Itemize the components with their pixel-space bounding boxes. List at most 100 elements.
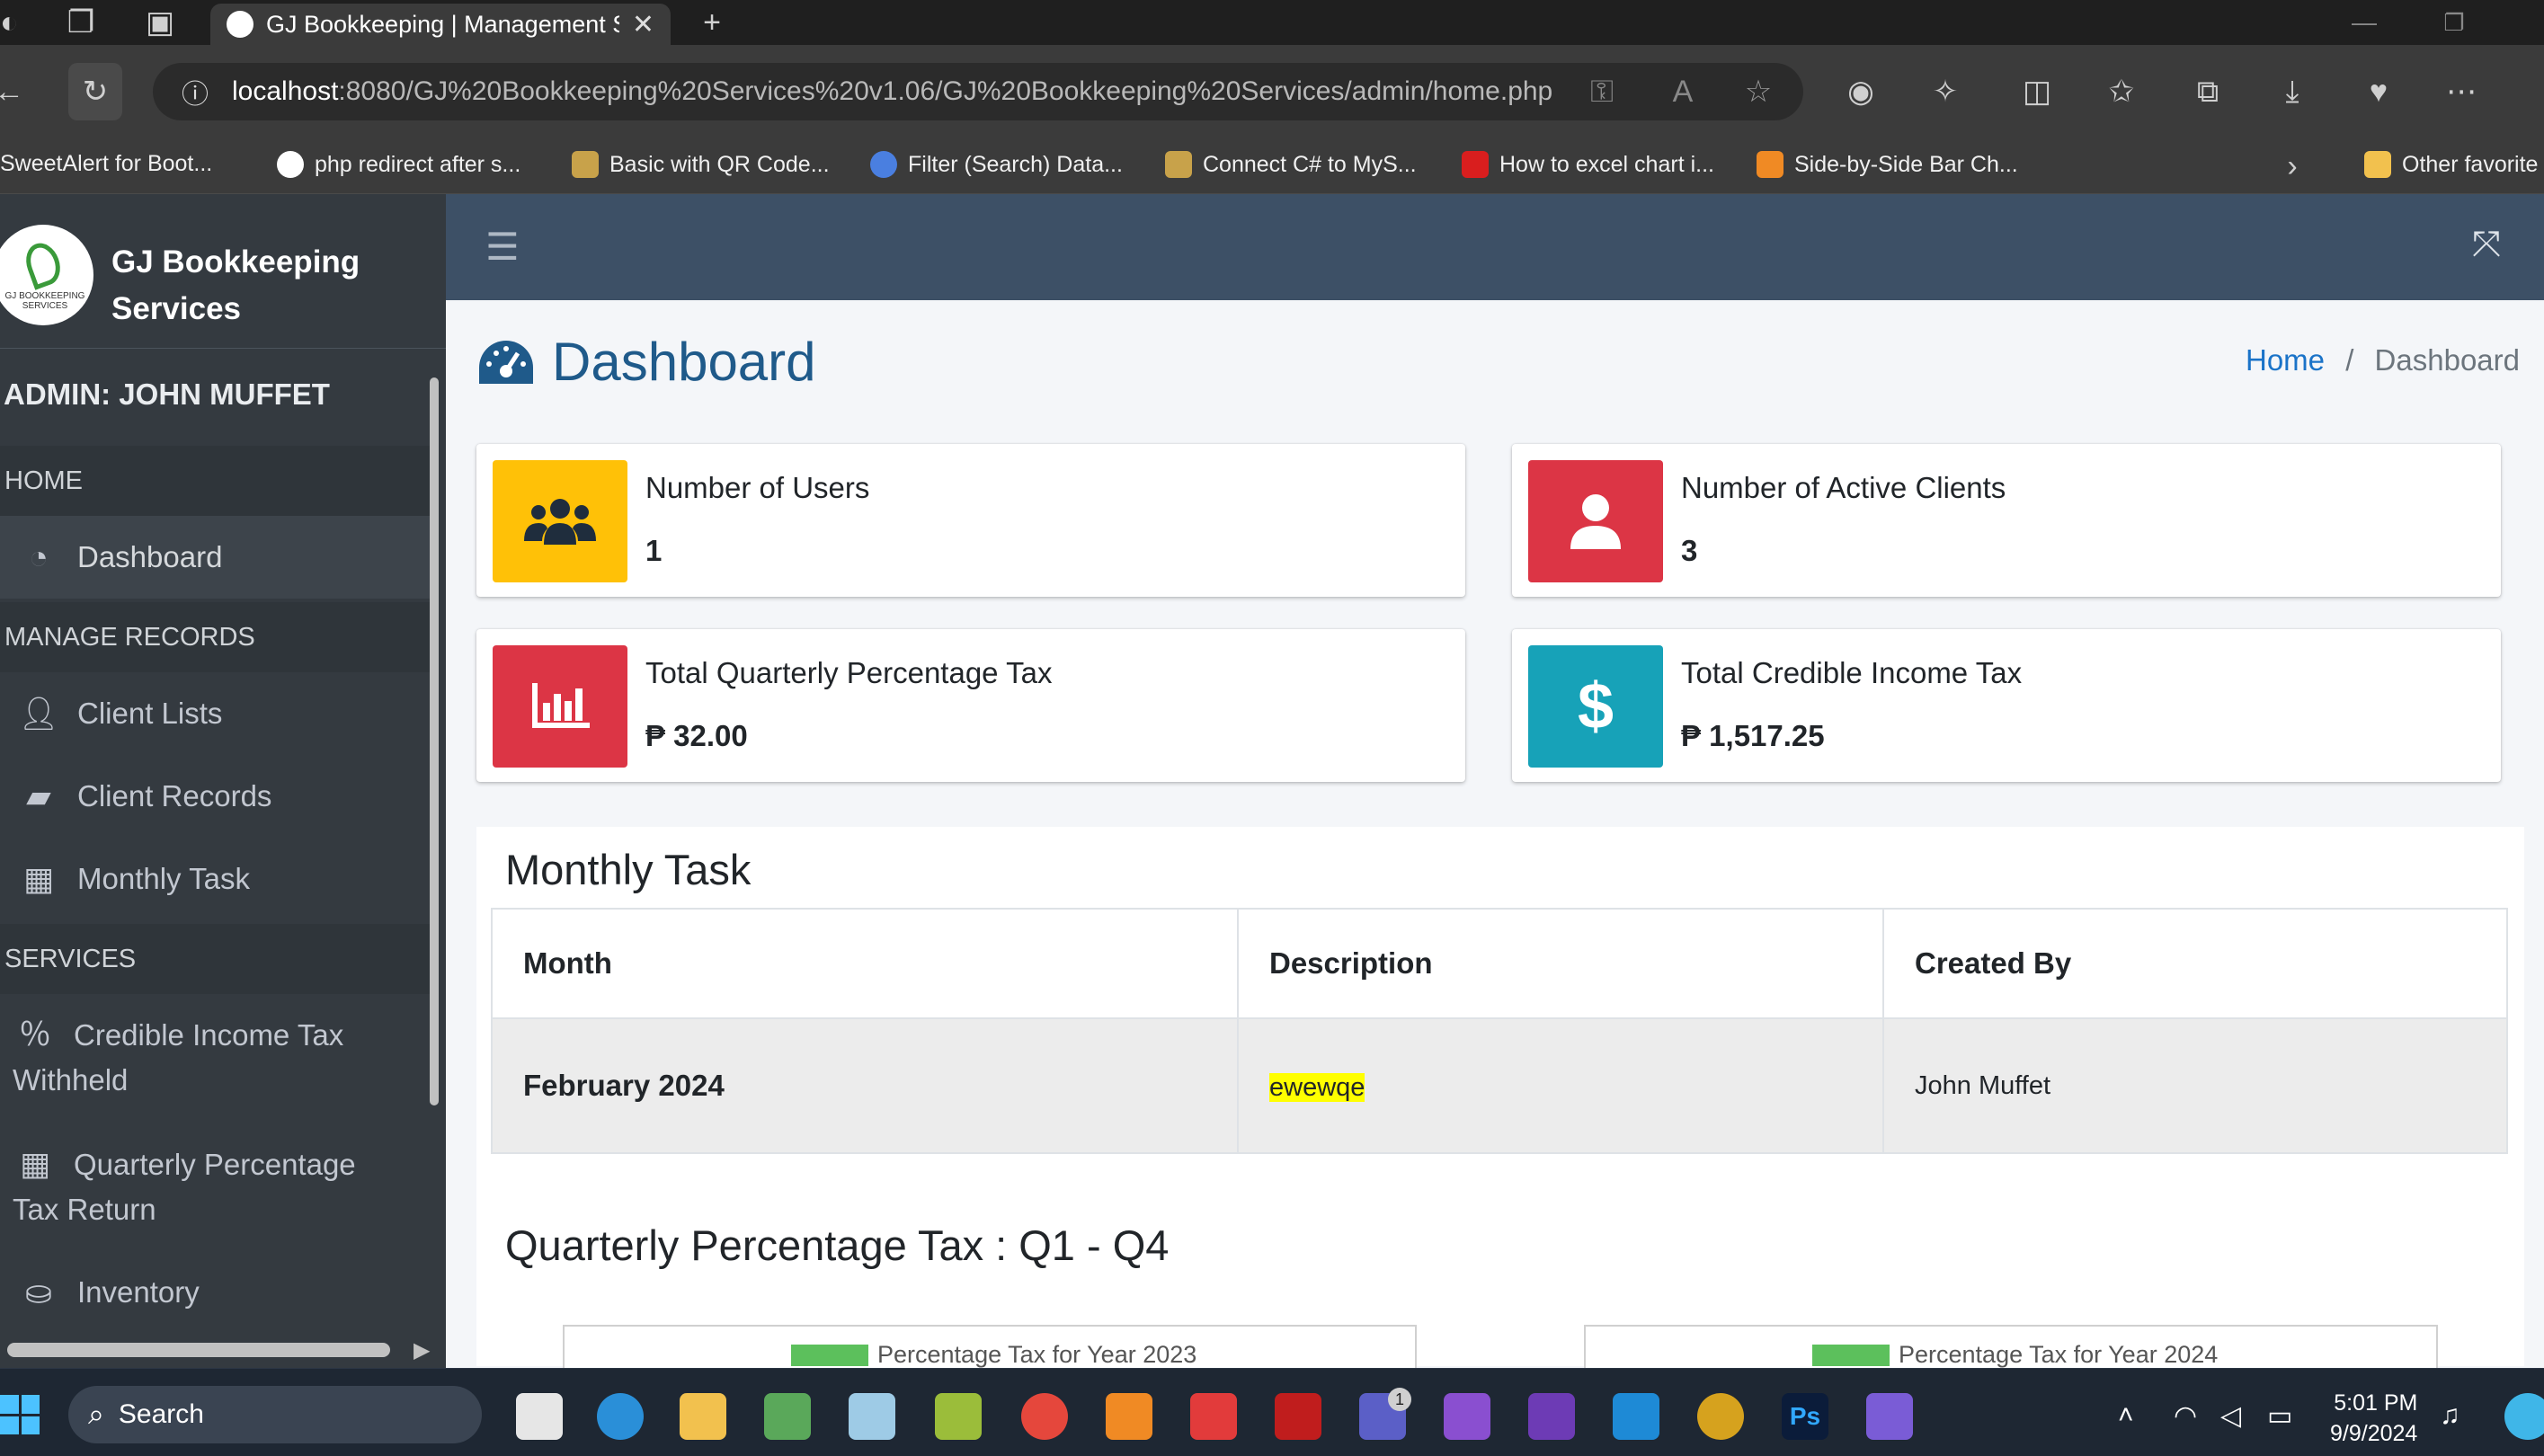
app-icon[interactable] <box>935 1393 982 1440</box>
wifi-icon[interactable]: ◠ <box>2174 1400 2197 1432</box>
minimize-icon[interactable]: — <box>2337 0 2391 45</box>
performance-icon[interactable]: ♥ <box>2352 63 2406 120</box>
monthly-task-table: Month Description Created By February 20… <box>491 908 2508 1154</box>
photoshop-icon[interactable]: Ps <box>1782 1393 1828 1440</box>
column-header-created-by[interactable]: Created By <box>1882 908 2508 1019</box>
app-icon[interactable] <box>1190 1393 1237 1440</box>
notification-bell-icon[interactable]: ♫ <box>2440 1400 2460 1431</box>
collections-icon[interactable]: ⧉ <box>2181 63 2235 120</box>
copilot-icon[interactable] <box>2504 1393 2544 1440</box>
info-box-label: Number of Users <box>645 471 870 504</box>
restore-icon[interactable]: ❐ <box>2427 0 2481 45</box>
legend-label: Percentage Tax for Year 2023 <box>877 1341 1197 1368</box>
site-info-icon[interactable]: ⓘ <box>182 72 209 111</box>
brand-line-2: Services <box>111 291 242 326</box>
bookmark-label: SweetAlert for Boot... <box>0 151 213 176</box>
taskbar-clock[interactable]: 5:01 PM 9/9/2024 <box>2330 1388 2417 1449</box>
visual-studio-icon[interactable] <box>1444 1393 1490 1440</box>
sidebar-item-client-records[interactable]: ▰ Client Records <box>0 755 431 838</box>
bookmark-6[interactable]: How to excel chart i... <box>1462 151 1714 178</box>
sidebar-item-monthly-task[interactable]: ▦ Monthly Task <box>0 838 431 920</box>
chart-legend[interactable]: Percentage Tax for Year 2024 <box>1812 1341 2218 1369</box>
cell-month: February 2024 <box>491 1017 1239 1154</box>
taskbar-search[interactable]: ⌕ Search <box>68 1386 482 1443</box>
description-text: ewewqe <box>1269 1073 1365 1102</box>
bookmark-3[interactable]: Basic with QR Code... <box>572 151 830 178</box>
app-icon[interactable] <box>1697 1393 1744 1440</box>
bookmark-label: Filter (Search) Data... <box>908 151 1123 177</box>
refresh-icon[interactable]: ↻ <box>68 63 122 120</box>
split-screen-icon[interactable]: ◫ <box>2010 63 2064 120</box>
sidebar-item-inventory[interactable]: ⛀ Inventory <box>0 1251 431 1334</box>
read-aloud-icon[interactable]: A <box>1656 63 1710 120</box>
file-explorer-icon[interactable] <box>680 1393 726 1440</box>
tab-actions-icon[interactable]: ▣ <box>133 0 187 45</box>
bookmark-4[interactable]: Filter (Search) Data... <box>870 151 1123 178</box>
legend-label: Percentage Tax for Year 2024 <box>1899 1341 2219 1368</box>
scroll-right-icon[interactable]: ▶ <box>414 1337 430 1363</box>
brand-logo: GJ BOOKKEEPING SERVICES <box>0 225 93 325</box>
chrome-icon[interactable] <box>1021 1393 1068 1440</box>
more-menu-icon[interactable]: ⋯ <box>2434 63 2488 120</box>
sidebar-item-dashboard[interactable]: ◔ Dashboard <box>0 516 431 599</box>
folder-icon <box>2364 151 2391 178</box>
menu-toggle-icon[interactable]: ☰ <box>485 225 520 269</box>
sidebar-item-quarterly-tax[interactable]: ▦ Quarterly Percentage Tax Return <box>0 1141 431 1232</box>
back-icon[interactable]: ← <box>0 63 36 120</box>
calendar-icon: ▦ <box>19 1145 50 1182</box>
volume-icon[interactable]: ◁ <box>2220 1400 2241 1432</box>
chart-legend[interactable]: Percentage Tax for Year 2023 <box>791 1341 1196 1369</box>
chevron-up-icon[interactable]: ˄ <box>2118 1400 2134 1431</box>
search-icon: ⌕ <box>88 1398 104 1430</box>
app-icon[interactable] <box>1866 1393 1913 1440</box>
other-favorites[interactable]: Other favorite <box>2364 151 2538 178</box>
sidebar-item-label-2: Withheld <box>13 1063 129 1096</box>
sidebar-item-client-lists[interactable]: 👤︎ Client Lists <box>0 672 431 755</box>
address-bar[interactable]: ⓘ localhost:8080/GJ%20Bookkeeping%20Serv… <box>153 63 1803 120</box>
table-row[interactable]: February 2024 ewewqe John Muffet <box>491 1017 2508 1154</box>
column-header-description[interactable]: Description <box>1237 908 1884 1019</box>
favorite-star-icon[interactable]: ☆ <box>1731 63 1785 120</box>
start-icon[interactable] <box>0 1395 40 1434</box>
copilot-icon[interactable]: ◉ <box>1834 63 1888 120</box>
key-icon[interactable]: ⚿ <box>1575 63 1629 120</box>
xampp-icon[interactable] <box>1106 1393 1152 1440</box>
nav-header-home: HOME <box>0 446 431 516</box>
workspaces-icon[interactable]: ❐ <box>54 0 108 45</box>
favorites-icon[interactable]: ✩ <box>2095 63 2148 120</box>
profile-icon[interactable]: ◐ <box>0 0 19 45</box>
logo-caption: GJ BOOKKEEPING SERVICES <box>4 291 85 311</box>
notepad-icon[interactable] <box>764 1393 811 1440</box>
fullscreen-icon[interactable]: ⤧ <box>2472 225 2501 265</box>
new-tab-icon[interactable]: + <box>685 0 739 45</box>
info-box-value: ₱ 1,517.25 <box>1681 719 1825 752</box>
bookmark-2[interactable]: php redirect after s... <box>277 151 520 178</box>
brand-line-1: GJ Bookkeeping <box>111 244 360 280</box>
task-view-icon[interactable] <box>516 1393 563 1440</box>
sidebar-horizontal-scrollbar[interactable] <box>7 1343 390 1357</box>
filezilla-icon[interactable] <box>1275 1393 1321 1440</box>
breadcrumb-home-link[interactable]: Home <box>2246 343 2325 377</box>
bookmark-7[interactable]: Side-by-Side Bar Ch... <box>1757 151 2018 178</box>
bookmark-1[interactable]: SweetAlert for Boot... <box>0 151 212 177</box>
teams-badge: 1 <box>1388 1388 1411 1411</box>
battery-icon[interactable]: ▭ <box>2267 1400 2292 1432</box>
bookmark-5[interactable]: Connect C# to MyS... <box>1165 151 1417 178</box>
nav-header-manage: MANAGE RECORDS <box>0 602 431 672</box>
percent-icon: ％ <box>18 1016 51 1052</box>
column-header-month[interactable]: Month <box>491 908 1239 1019</box>
extensions-icon[interactable]: ✧ <box>1918 63 1972 120</box>
dollar-sign-icon: $ <box>1528 645 1663 768</box>
downloads-icon[interactable]: ⤓ <box>2265 63 2319 120</box>
github-icon <box>277 151 304 178</box>
visual-studio-icon[interactable] <box>1528 1393 1575 1440</box>
app-icon[interactable] <box>849 1393 895 1440</box>
vscode-icon[interactable] <box>1613 1393 1659 1440</box>
close-tab-icon[interactable]: ✕ <box>632 9 654 40</box>
chevron-right-icon[interactable]: › <box>2265 135 2319 198</box>
cell-description: ewewqe <box>1237 1017 1884 1154</box>
tab-active[interactable]: GJ Bookkeeping | Management Sy ✕ <box>210 4 671 45</box>
edge-icon[interactable] <box>597 1393 644 1440</box>
sidebar-item-credible-income-tax[interactable]: ％ Credible Income Tax Withheld <box>0 1012 431 1103</box>
sidebar-scrollbar[interactable] <box>430 377 439 1105</box>
